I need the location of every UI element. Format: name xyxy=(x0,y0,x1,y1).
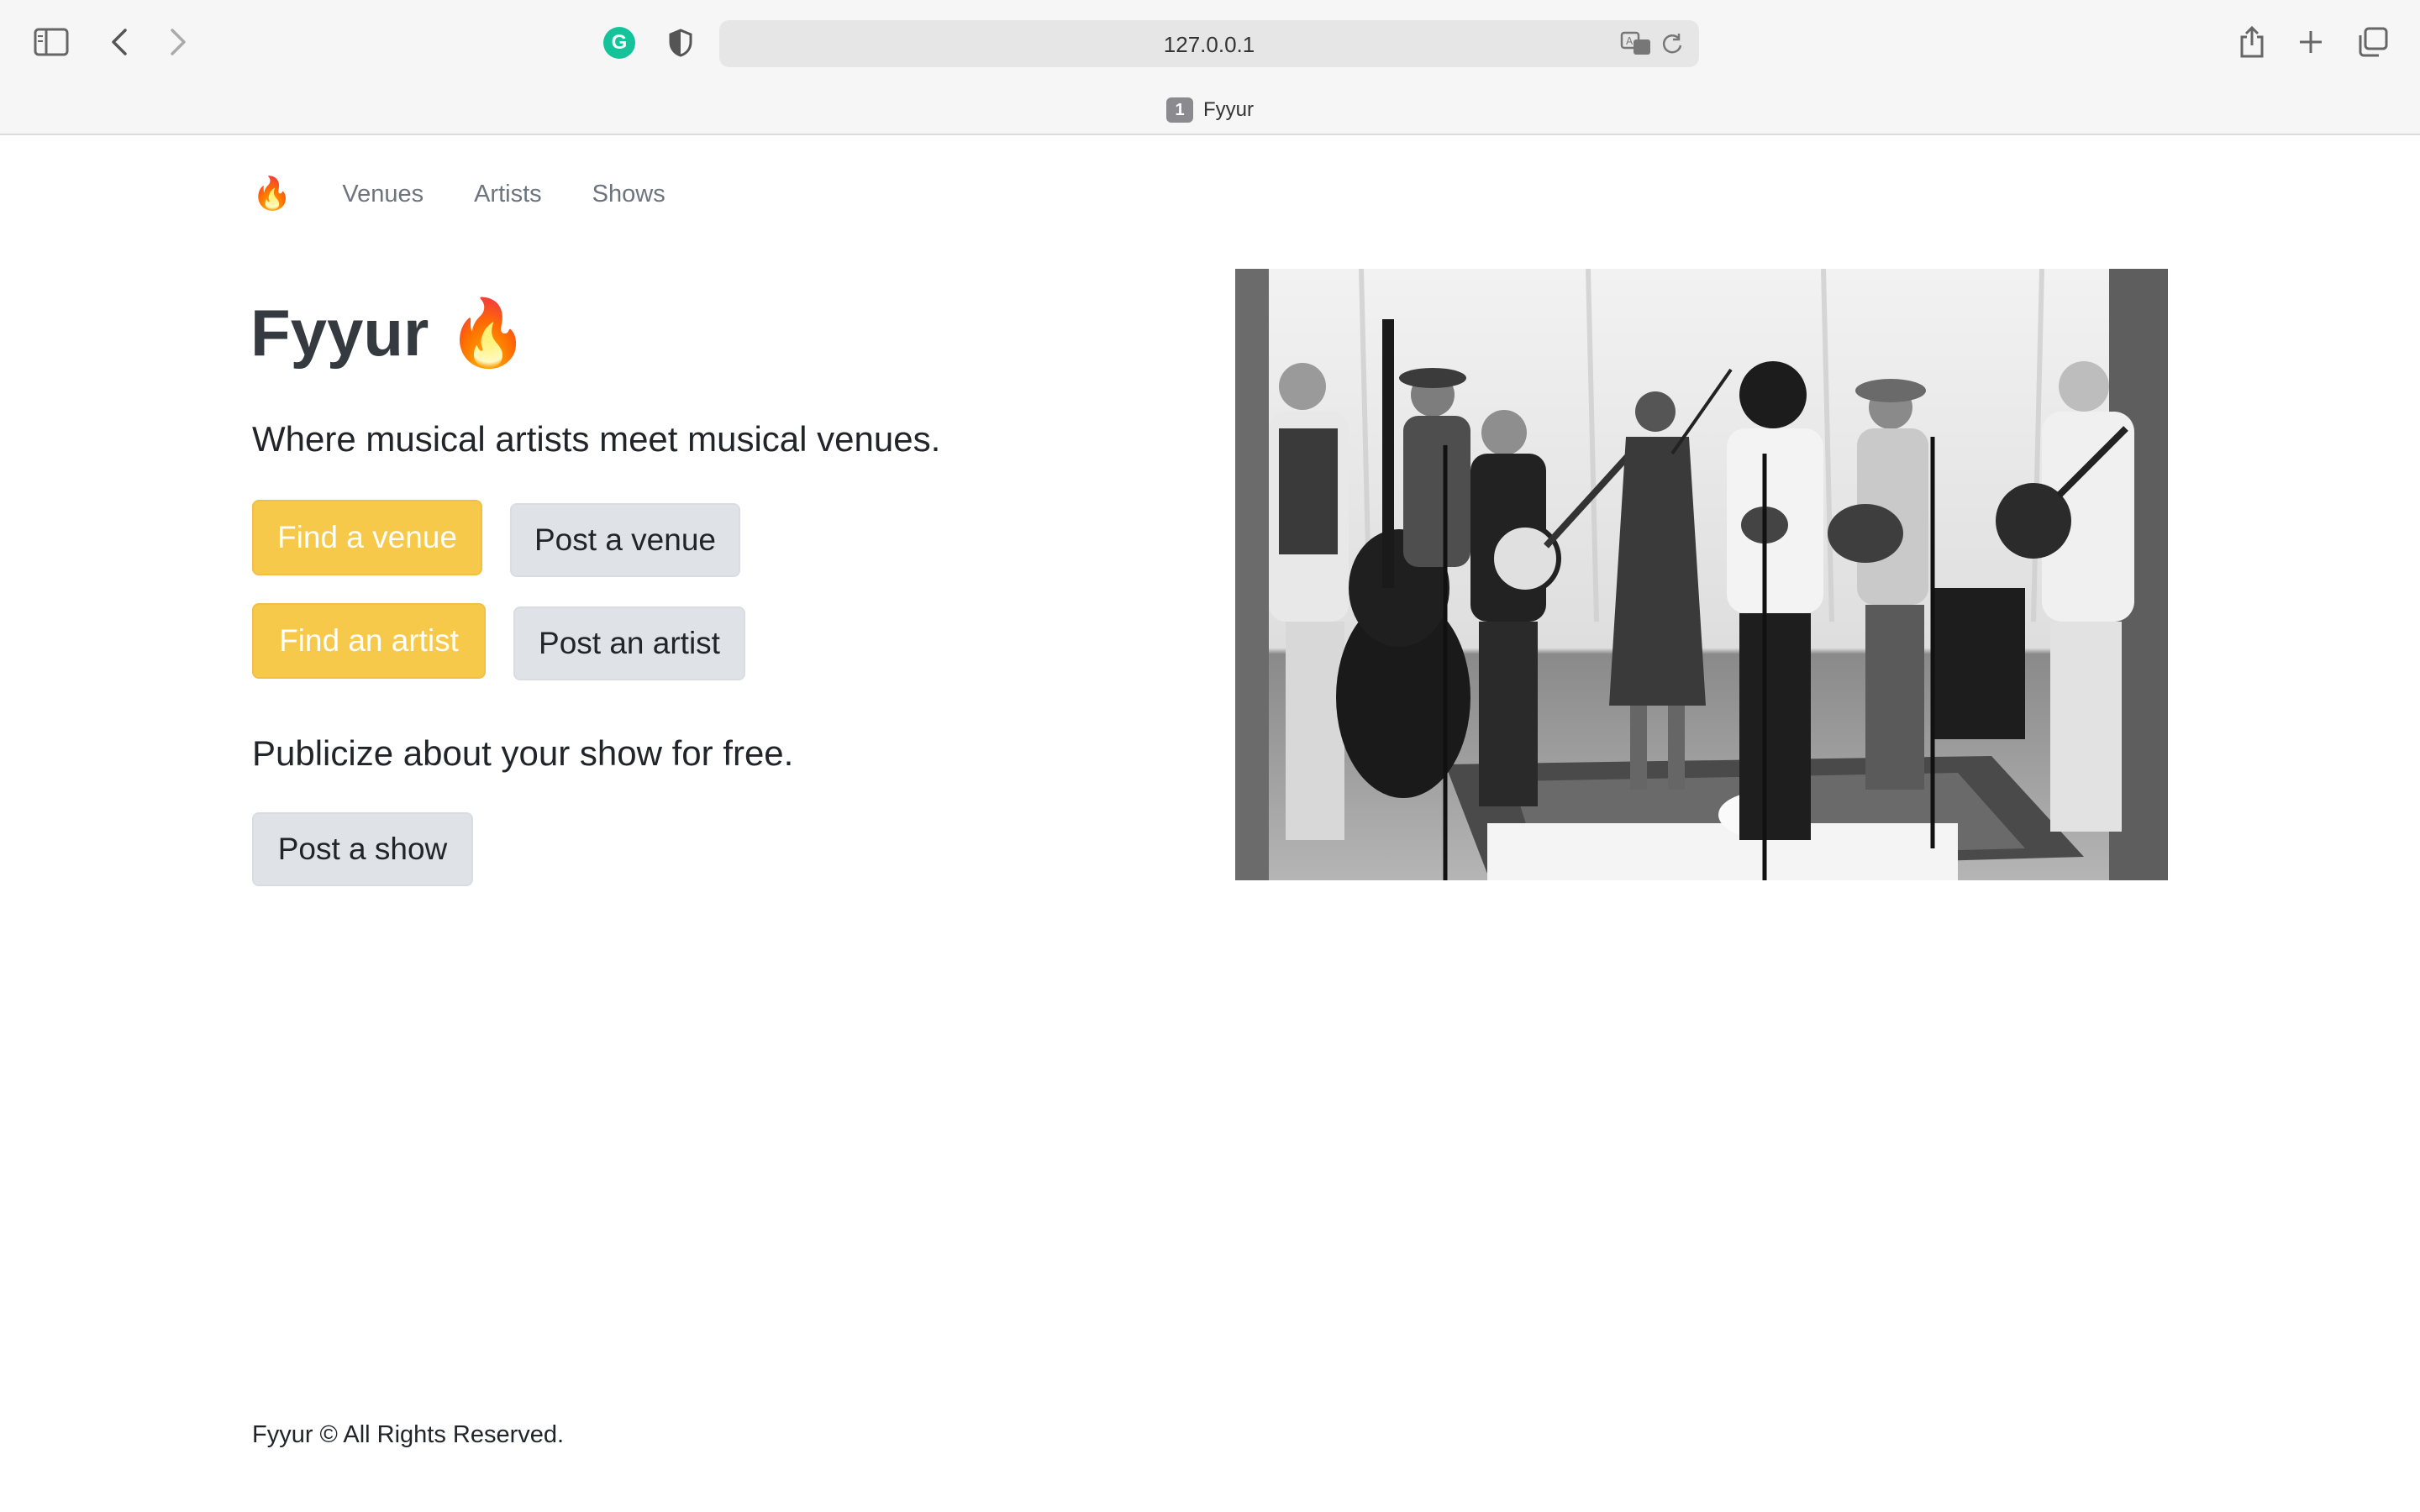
tab-number-badge: 1 xyxy=(1166,97,1193,123)
grammarly-extension-icon[interactable]: G xyxy=(603,27,635,59)
address-bar[interactable]: 127.0.0.1 A xyxy=(719,20,1699,67)
back-arrow-icon[interactable] xyxy=(104,25,134,59)
sidebar-toggle-icon[interactable] xyxy=(32,25,71,59)
translate-icon[interactable]: A xyxy=(1620,30,1654,57)
band-photo xyxy=(1235,269,2168,880)
url-text: 127.0.0.1 xyxy=(1163,32,1255,57)
post-show-button[interactable]: Post a show xyxy=(252,812,473,886)
site-navbar: 🔥 Venues Artists Shows xyxy=(252,169,716,219)
tab-overview-icon[interactable] xyxy=(2354,25,2391,59)
page-content: 🔥 Venues Artists Shows Fyyur 🔥 Where mus… xyxy=(0,135,2420,1512)
privacy-shield-icon[interactable] xyxy=(666,27,696,59)
svg-text:A: A xyxy=(1626,35,1634,47)
post-venue-button[interactable]: Post a venue xyxy=(510,503,740,577)
publicize-text: Publicize about your show for free. xyxy=(252,733,794,773)
nav-link-artists[interactable]: Artists xyxy=(474,181,542,208)
hero-title: Fyyur 🔥 xyxy=(250,296,529,370)
forward-arrow-icon[interactable] xyxy=(163,25,193,59)
hero-subtitle: Where musical artists meet musical venue… xyxy=(252,419,941,459)
tab-title: Fyyur xyxy=(1203,98,1254,121)
nav-link-venues[interactable]: Venues xyxy=(342,181,424,208)
active-tab[interactable]: 1 Fyyur xyxy=(0,97,2420,123)
find-artist-button[interactable]: Find an artist xyxy=(252,603,486,679)
new-tab-plus-icon[interactable] xyxy=(2294,25,2328,59)
brand-flame-icon[interactable]: 🔥 xyxy=(252,176,292,213)
share-icon[interactable] xyxy=(2235,24,2269,60)
reload-icon[interactable] xyxy=(1660,32,1684,55)
post-artist-button[interactable]: Post an artist xyxy=(513,606,745,680)
footer-copyright: Fyyur © All Rights Reserved. xyxy=(252,1421,565,1448)
find-venue-button[interactable]: Find a venue xyxy=(252,500,482,575)
browser-toolbar: G 127.0.0.1 A 1 Fyyur xyxy=(0,0,2420,135)
nav-link-shows[interactable]: Shows xyxy=(592,181,666,208)
